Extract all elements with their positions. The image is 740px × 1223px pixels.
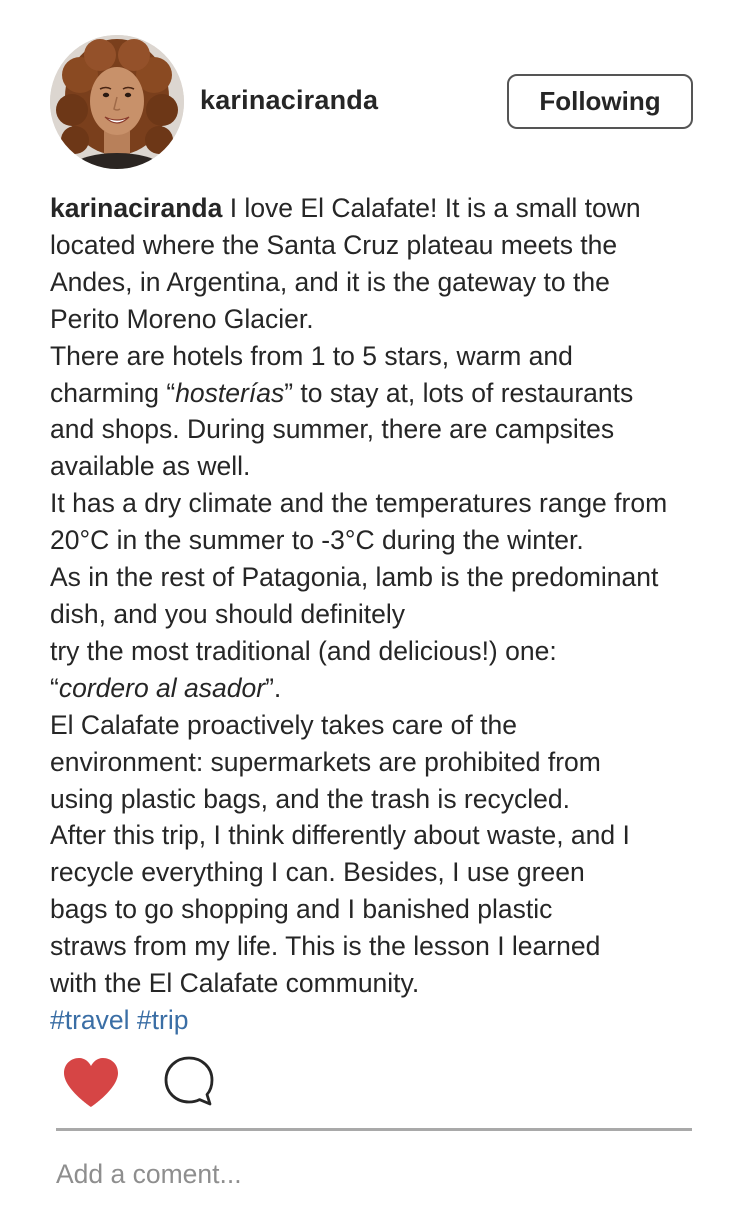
caption-line: environment: supermarkets are prohibited… [50,746,601,777]
like-button[interactable] [62,1057,120,1109]
caption-line: It has a dry climate and the temperature… [50,488,668,519]
caption-line: El Calafate proactively takes care of th… [50,709,517,740]
caption-text: charming “ [50,377,176,408]
comment-button[interactable] [162,1055,216,1109]
hashtags: #travel #trip [50,1002,710,1039]
caption-line: Perito Moreno Glacier. [50,303,314,334]
caption-line: straws from my life. This is the lesson … [50,931,601,962]
caption-emphasis: cordero al asador [58,672,266,703]
caption-line: recycle everything I can. Besides, I use… [50,857,585,888]
caption-line: and shops. During summer, there are camp… [50,414,615,445]
divider [56,1128,692,1131]
caption-line: Andes, in Argentina, and it is the gatew… [50,266,610,297]
caption-line: 20°C in the summer to -3°C during the wi… [50,525,584,556]
avatar[interactable] [50,35,184,169]
following-button[interactable]: Following [507,74,693,129]
caption-line: As in the rest of Patagonia, lamb is the… [50,562,659,593]
caption-emphasis: hosterías [175,377,285,408]
caption-author[interactable]: karinaciranda [50,193,222,223]
caption-line: bags to go shopping and I banished plast… [50,894,553,925]
caption-line: with the El Calafate community. [50,968,420,999]
caption-text: I love El Calafate! It is a small town [222,193,641,223]
caption-text: ” to stay at, lots of restaurants [284,377,634,408]
post-caption: karinaciranda I love El Calafate! It is … [50,190,710,1039]
caption-line: dish, and you should definitely [50,598,406,629]
comment-bubble-icon [164,1056,214,1106]
hashtag-link[interactable]: #trip [137,1005,189,1035]
caption-line: “cordero al asador”. [50,670,710,707]
caption-line: located where the Santa Cruz plateau mee… [50,229,618,260]
post-actions [62,1052,262,1112]
caption-line: try the most traditional (and delicious!… [50,635,557,666]
caption-line: charming “hosterías” to stay at, lots of… [50,375,710,412]
caption-text: “ [50,672,59,703]
heart-icon [64,1058,118,1107]
caption-line: available as well. [50,451,251,482]
caption-line: There are hotels from 1 to 5 stars, warm… [50,340,573,371]
caption-text: ”. [265,672,282,703]
caption-line: karinaciranda I love El Calafate! It is … [50,190,710,227]
comment-input[interactable] [56,1150,692,1198]
hashtag-link[interactable]: #travel [50,1005,130,1035]
post-header: karinaciranda Following [50,35,698,170]
caption-line: using plastic bags, and the trash is rec… [50,783,570,814]
caption-line: After this trip, I think differently abo… [50,820,630,851]
username[interactable]: karinaciranda [200,85,378,116]
avatar-image [50,35,184,169]
